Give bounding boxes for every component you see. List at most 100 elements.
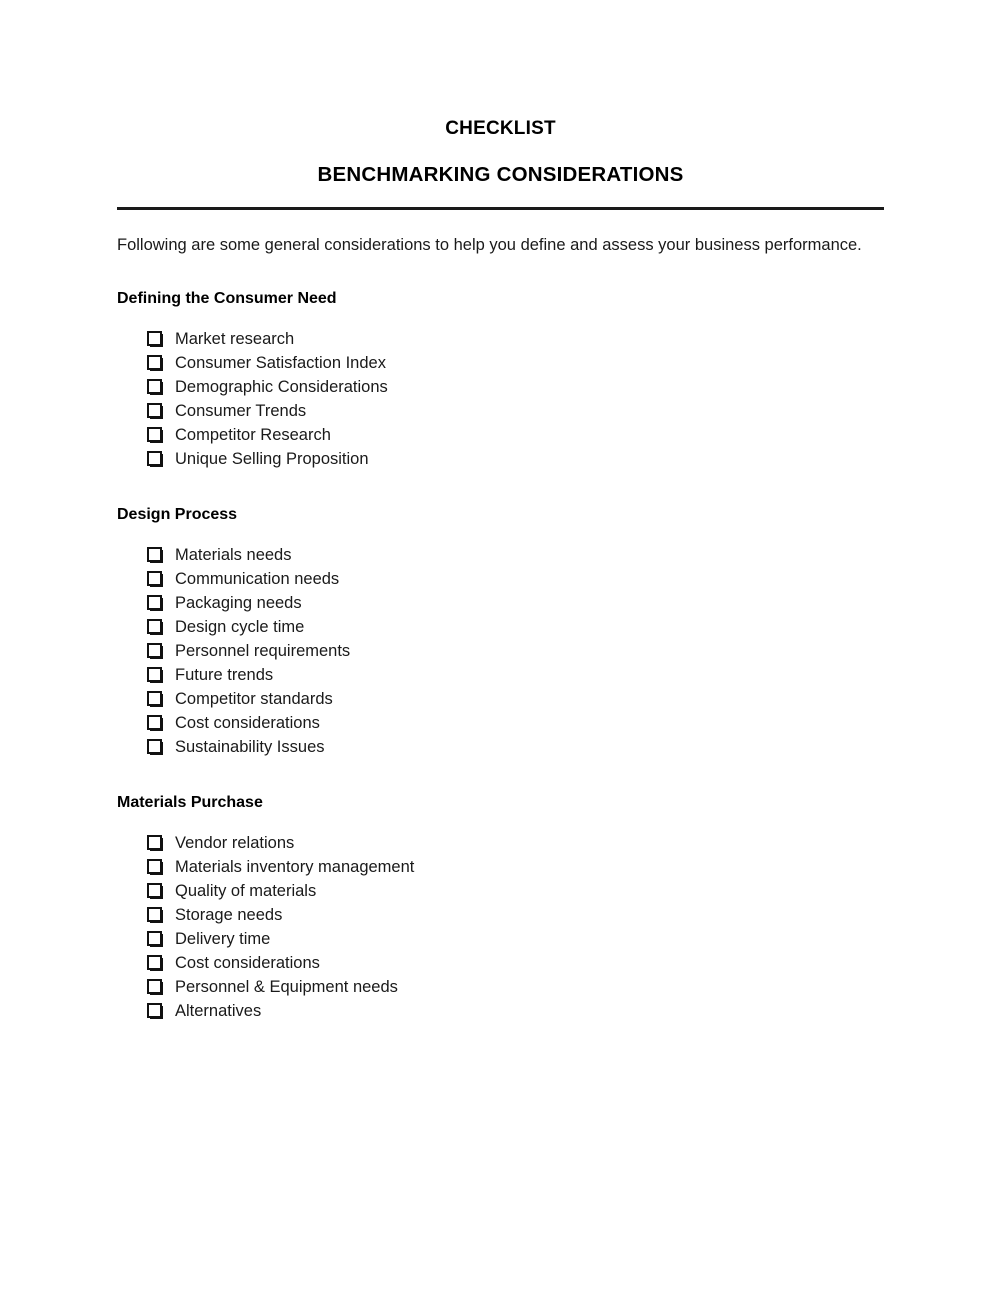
empty-checkbox-icon[interactable] — [147, 595, 163, 611]
checklist-item-label: Communication needs — [175, 570, 340, 588]
checklist-item[interactable]: Competitor standards — [117, 687, 884, 711]
empty-checkbox-icon[interactable] — [147, 835, 163, 851]
document-title: CHECKLIST — [445, 118, 556, 139]
empty-checkbox-icon[interactable] — [147, 379, 163, 395]
checkbox-box — [147, 547, 162, 562]
checkbox-box — [147, 979, 162, 994]
checkbox-box — [147, 955, 162, 970]
checklist-item-label: Competitor standards — [175, 690, 333, 708]
checkbox-box — [147, 403, 162, 418]
checkbox-box — [147, 571, 162, 586]
empty-checkbox-icon[interactable] — [147, 451, 163, 467]
checklist-section: Defining the Consumer Need Market researc… — [117, 255, 884, 471]
empty-checkbox-icon[interactable] — [147, 331, 163, 347]
checklist-item[interactable]: Sustainability Issues — [117, 735, 884, 759]
checklist-items: Materials needs Communication needs Packag… — [117, 525, 884, 759]
checkbox-box — [147, 931, 162, 946]
checklist-section: Design Process Materials needs Communicati… — [117, 471, 884, 759]
empty-checkbox-icon[interactable] — [147, 691, 163, 707]
checklist-item[interactable]: Personnel requirements — [117, 639, 884, 663]
checklist-item[interactable]: Quality of materials — [117, 879, 884, 903]
checkbox-box — [147, 451, 162, 466]
empty-checkbox-icon[interactable] — [147, 955, 163, 971]
checklist-item[interactable]: Unique Selling Proposition — [117, 447, 884, 471]
intro-paragraph: Following are some general consideration… — [117, 236, 862, 254]
checklist-item-label: Personnel requirements — [175, 642, 351, 660]
sections-container: Defining the Consumer Need Market researc… — [117, 255, 884, 1023]
checklist-item-label: Sustainability Issues — [175, 738, 325, 756]
checkbox-box — [147, 667, 162, 682]
checkbox-box — [147, 619, 162, 634]
checklist-item-label: Consumer Trends — [175, 402, 307, 420]
checklist-item-label: Design cycle time — [175, 618, 305, 636]
empty-checkbox-icon[interactable] — [147, 619, 163, 635]
checklist-item-label: Competitor Research — [175, 426, 331, 444]
empty-checkbox-icon[interactable] — [147, 667, 163, 683]
checklist-item-label: Consumer Satisfaction Index — [175, 354, 386, 372]
checklist-item-label: Cost considerations — [175, 954, 320, 972]
checkbox-box — [147, 379, 162, 394]
section-heading: Materials Purchase — [117, 794, 263, 811]
empty-checkbox-icon[interactable] — [147, 403, 163, 419]
checklist-item[interactable]: Vendor relations — [117, 831, 884, 855]
checklist-item[interactable]: Design cycle time — [117, 615, 884, 639]
checklist-item-label: Materials needs — [175, 546, 292, 564]
checklist-item[interactable]: Packaging needs — [117, 591, 884, 615]
empty-checkbox-icon[interactable] — [147, 643, 163, 659]
checklist-item[interactable]: Demographic Considerations — [117, 375, 884, 399]
document-content-column: CHECKLIST BENCHMARKING CONSIDERATIONS Fo… — [117, 0, 884, 1023]
checkbox-box — [147, 739, 162, 754]
empty-checkbox-icon[interactable] — [147, 979, 163, 995]
checklist-item-label: Materials inventory management — [175, 858, 415, 876]
empty-checkbox-icon[interactable] — [147, 1003, 163, 1019]
checkbox-box — [147, 1003, 162, 1018]
empty-checkbox-icon[interactable] — [147, 715, 163, 731]
empty-checkbox-icon[interactable] — [147, 907, 163, 923]
checklist-item-label: Future trends — [175, 666, 274, 684]
checklist-item-label: Market research — [175, 330, 295, 348]
checkbox-box — [147, 907, 162, 922]
empty-checkbox-icon[interactable] — [147, 427, 163, 443]
checkbox-box — [147, 715, 162, 730]
empty-checkbox-icon[interactable] — [147, 355, 163, 371]
checkbox-box — [147, 355, 162, 370]
checklist-item-label: Alternatives — [175, 1002, 262, 1020]
checklist-item-label: Personnel & Equipment needs — [175, 978, 398, 996]
checklist-item-label: Packaging needs — [175, 594, 302, 612]
checklist-item[interactable]: Competitor Research — [117, 423, 884, 447]
checklist-item[interactable]: Consumer Satisfaction Index — [117, 351, 884, 375]
checklist-item[interactable]: Delivery time — [117, 927, 884, 951]
empty-checkbox-icon[interactable] — [147, 859, 163, 875]
checklist-item[interactable]: Consumer Trends — [117, 399, 884, 423]
empty-checkbox-icon[interactable] — [147, 883, 163, 899]
checklist-item-label: Cost considerations — [175, 714, 320, 732]
empty-checkbox-icon[interactable] — [147, 739, 163, 755]
checklist-items: Market research Consumer Satisfaction Ind… — [117, 309, 884, 471]
checklist-item[interactable]: Alternatives — [117, 999, 884, 1023]
section-heading: Defining the Consumer Need — [117, 290, 337, 307]
checklist-item-label: Unique Selling Proposition — [175, 450, 369, 468]
checklist-item[interactable]: Communication needs — [117, 567, 884, 591]
document-subtitle: BENCHMARKING CONSIDERATIONS — [317, 163, 684, 186]
checkbox-box — [147, 883, 162, 898]
empty-checkbox-icon[interactable] — [147, 571, 163, 587]
section-heading: Design Process — [117, 506, 238, 523]
checklist-item[interactable]: Market research — [117, 327, 884, 351]
checklist-item-label: Vendor relations — [175, 834, 295, 852]
checklist-item-label: Quality of materials — [175, 882, 317, 900]
checklist-item[interactable]: Personnel & Equipment needs — [117, 975, 884, 999]
checklist-item-label: Storage needs — [175, 906, 283, 924]
checkbox-box — [147, 643, 162, 658]
checkbox-box — [147, 427, 162, 442]
checklist-item[interactable]: Future trends — [117, 663, 884, 687]
checklist-item[interactable]: Storage needs — [117, 903, 884, 927]
checklist-item[interactable]: Materials inventory management — [117, 855, 884, 879]
checklist-item[interactable]: Materials needs — [117, 543, 884, 567]
checkbox-box — [147, 595, 162, 610]
empty-checkbox-icon[interactable] — [147, 931, 163, 947]
checklist-item[interactable]: Cost considerations — [117, 711, 884, 735]
checklist-section: Materials Purchase Vendor relations Materi… — [117, 759, 884, 1023]
checklist-item[interactable]: Cost considerations — [117, 951, 884, 975]
empty-checkbox-icon[interactable] — [147, 547, 163, 563]
checklist-items: Vendor relations Materials inventory mana… — [117, 813, 884, 1023]
